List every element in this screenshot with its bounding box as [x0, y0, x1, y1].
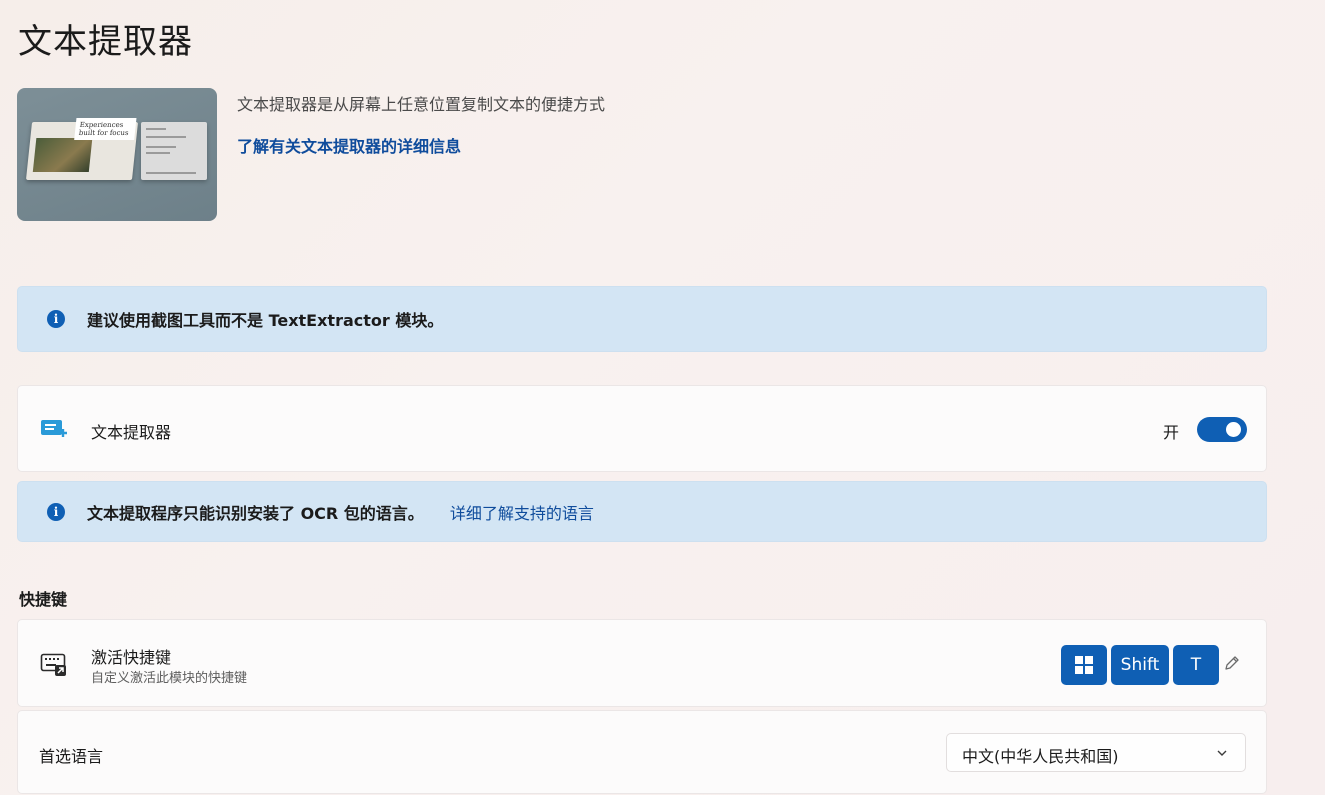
shift-key[interactable]: Shift — [1111, 645, 1169, 685]
activation-shortcut-subtitle: 自定义激活此模块的快捷键 — [91, 671, 248, 686]
shortcut-section-heading: 快捷键 — [19, 590, 68, 609]
illustration-window — [141, 122, 207, 180]
enable-toggle[interactable] — [1197, 417, 1247, 442]
supported-languages-link[interactable]: 详细了解支持的语言 — [450, 500, 594, 524]
info-icon: i — [47, 310, 65, 328]
windows-logo-icon — [1075, 656, 1093, 674]
learn-more-link[interactable]: 了解有关文本提取器的详细信息 — [237, 133, 461, 157]
ocr-infobar: i 文本提取程序只能识别安装了 OCR 包的语言。 详细了解支持的语言 — [17, 481, 1267, 542]
module-toggle-label: 文本提取器 — [91, 423, 172, 442]
chevron-down-icon — [1217, 750, 1227, 756]
windows-key[interactable] — [1061, 645, 1107, 685]
language-selected-value: 中文(中华人民共和国) — [962, 747, 1119, 766]
activation-shortcut-card: 激活快捷键 自定义激活此模块的快捷键 Shift T — [17, 619, 1267, 707]
toggle-state-label: 开 — [1163, 423, 1180, 442]
recommendation-text: 建议使用截图工具而不是 TextExtractor 模块。 — [87, 311, 444, 330]
toggle-knob — [1226, 422, 1241, 437]
page-title: 文本提取器 — [18, 22, 193, 62]
activation-shortcut-title: 激活快捷键 — [91, 648, 172, 667]
hero-illustration: Experiences built for focus — [17, 88, 217, 221]
illustration-magazine: Experiences built for focus — [25, 118, 139, 180]
text-extractor-icon — [41, 420, 67, 437]
hero-description: 文本提取器是从屏幕上任意位置复制文本的便捷方式 — [237, 95, 606, 114]
illustration-photo — [32, 138, 93, 172]
preferred-language-label: 首选语言 — [39, 747, 104, 766]
preferred-language-card: 首选语言 中文(中华人民共和国) — [17, 710, 1267, 794]
recommendation-infobar: i 建议使用截图工具而不是 TextExtractor 模块。 — [17, 286, 1267, 352]
info-icon: i — [47, 502, 65, 521]
ocr-info-text: 文本提取程序只能识别安装了 OCR 包的语言。 — [87, 503, 424, 523]
pencil-icon[interactable] — [1223, 654, 1241, 672]
module-toggle-card: 文本提取器 开 — [17, 385, 1267, 472]
illustration-caption: Experiences built for focus — [74, 118, 137, 140]
keyboard-shortcut-icon — [40, 653, 66, 676]
language-dropdown[interactable]: 中文(中华人民共和国) — [946, 733, 1246, 772]
t-key[interactable]: T — [1173, 645, 1219, 685]
